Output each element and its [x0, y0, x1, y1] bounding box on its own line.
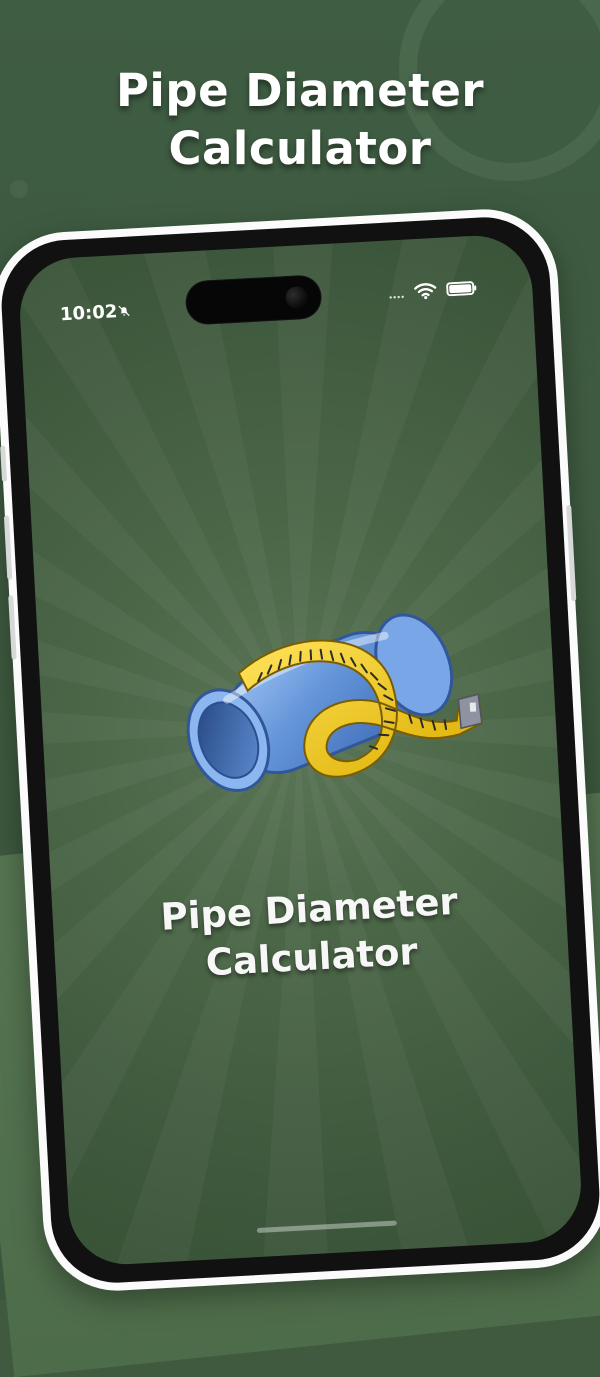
phone-mockup: 10:02: [0, 205, 600, 1294]
phone-bezel: 10:02: [0, 214, 600, 1286]
page-headline-line2: Calculator: [0, 120, 600, 178]
phone-screen: 10:02: [17, 233, 584, 1267]
background-speck: [10, 180, 28, 198]
status-time: 10:02: [60, 301, 118, 325]
dynamic-island: [184, 274, 322, 325]
bell-slash-icon: [117, 304, 132, 319]
wifi-icon: [413, 281, 438, 300]
signal-icon: [388, 289, 405, 300]
battery-icon: [446, 281, 478, 297]
pipe-measuring-tape-icon: [140, 582, 492, 840]
page-headline-line1: Pipe Diameter: [0, 62, 600, 120]
page-headline: Pipe Diameter Calculator: [0, 62, 600, 178]
camera-lens: [285, 286, 308, 309]
